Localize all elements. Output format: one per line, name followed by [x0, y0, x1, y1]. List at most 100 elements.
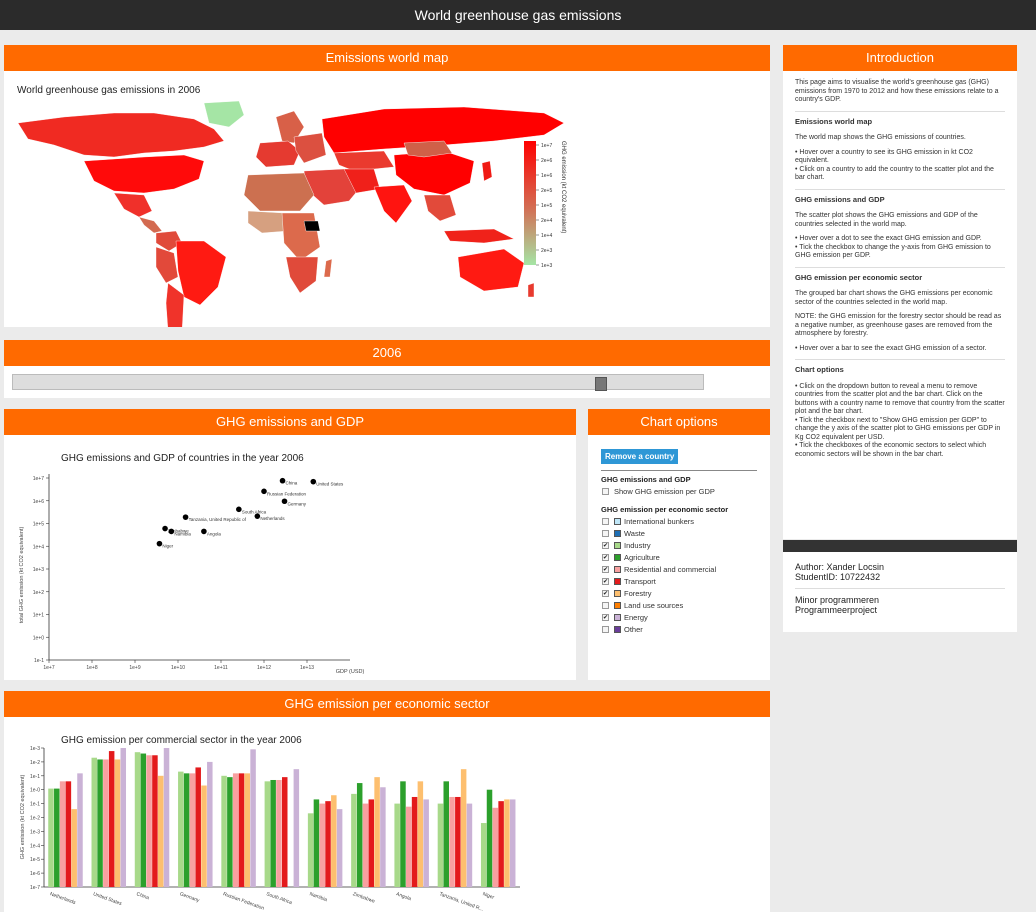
map-country-japan[interactable]: [481, 160, 493, 182]
bar[interactable]: [282, 777, 288, 887]
sector-option-row[interactable]: ✔ Residential and commercial: [602, 564, 716, 574]
map-country-united-states[interactable]: [83, 154, 205, 194]
bar[interactable]: [195, 767, 201, 887]
bar[interactable]: [114, 759, 121, 887]
map-country-australia[interactable]: [457, 248, 525, 292]
sector-option-row[interactable]: ✔ Agriculture: [602, 552, 660, 562]
bar[interactable]: [313, 799, 320, 887]
bar[interactable]: [423, 799, 429, 887]
map-country-new-zealand[interactable]: [527, 282, 535, 298]
bar[interactable]: [351, 793, 357, 887]
bar[interactable]: [374, 777, 380, 887]
bar[interactable]: [163, 748, 170, 887]
year-slider-handle[interactable]: [594, 377, 607, 391]
bar[interactable]: [91, 757, 98, 887]
sector-checkbox[interactable]: [602, 529, 609, 537]
bar[interactable]: [406, 806, 412, 887]
bar[interactable]: [227, 777, 233, 887]
scatter-point[interactable]: [156, 540, 163, 547]
sector-option-row[interactable]: Other: [602, 624, 643, 634]
sector-option-row[interactable]: Waste: [602, 528, 645, 538]
map-country-north-africa[interactable]: [243, 172, 315, 212]
bar[interactable]: [65, 781, 72, 887]
bar[interactable]: [480, 823, 487, 887]
map-country-southern-africa[interactable]: [285, 256, 319, 294]
sector-checkbox[interactable]: [602, 625, 609, 633]
bar[interactable]: [509, 799, 516, 887]
bar[interactable]: [178, 771, 184, 887]
scatter-point[interactable]: [310, 478, 317, 485]
sector-option-row[interactable]: Land use sources: [602, 600, 683, 610]
scatter-point[interactable]: [201, 528, 207, 535]
bar[interactable]: [362, 803, 369, 887]
bar[interactable]: [238, 773, 245, 887]
bar[interactable]: [455, 796, 461, 887]
bar[interactable]: [460, 769, 467, 887]
bar[interactable]: [120, 748, 127, 887]
remove-country-button[interactable]: Remove a country: [601, 449, 679, 464]
scatter-point[interactable]: [182, 514, 189, 520]
map-country-peru[interactable]: [155, 246, 179, 284]
bar[interactable]: [319, 803, 325, 887]
map-country-china[interactable]: [393, 150, 475, 196]
bar[interactable]: [157, 775, 164, 887]
map-country-south-sudan[interactable]: [303, 220, 321, 232]
sector-checkbox[interactable]: ✔: [602, 541, 609, 549]
bar[interactable]: [368, 799, 375, 887]
sector-option-row[interactable]: ✔ Transport: [602, 576, 656, 586]
sector-checkbox[interactable]: ✔: [602, 577, 609, 585]
bar[interactable]: [140, 753, 147, 887]
bar[interactable]: [394, 803, 400, 887]
map-country-central-america[interactable]: [138, 216, 163, 234]
map-country-madagascar[interactable]: [323, 258, 333, 278]
bar[interactable]: [77, 773, 83, 887]
bar[interactable]: [443, 781, 449, 887]
map-country-europe-east[interactable]: [293, 132, 327, 164]
map-country-southeast-asia[interactable]: [423, 194, 457, 222]
bar[interactable]: [207, 761, 213, 887]
sector-checkbox[interactable]: ✔: [602, 565, 609, 573]
sector-checkbox[interactable]: [602, 601, 609, 609]
map-country-canada[interactable]: [17, 112, 225, 158]
bar[interactable]: [134, 752, 141, 887]
scatter-point[interactable]: [279, 477, 286, 484]
sector-checkbox[interactable]: ✔: [602, 553, 609, 561]
map-country-mexico[interactable]: [113, 192, 153, 218]
bar[interactable]: [152, 755, 158, 887]
sector-option-row[interactable]: ✔ Forestry: [602, 588, 652, 598]
map-country-greenland[interactable]: [203, 100, 245, 128]
scatter-point[interactable]: [162, 525, 168, 532]
bar[interactable]: [331, 795, 337, 887]
sector-checkbox[interactable]: ✔: [602, 589, 609, 597]
scatter-point[interactable]: [168, 528, 175, 535]
bar[interactable]: [498, 801, 504, 887]
sector-option-row[interactable]: ✔ Energy: [602, 612, 648, 622]
bar[interactable]: [466, 803, 473, 887]
scatter-point[interactable]: [236, 506, 242, 513]
bar[interactable]: [189, 773, 196, 887]
bar[interactable]: [232, 773, 239, 887]
bar[interactable]: [325, 801, 331, 887]
bar[interactable]: [504, 799, 510, 887]
map-country-central-africa[interactable]: [281, 212, 321, 262]
scatter-point[interactable]: [254, 513, 261, 519]
sector-checkbox[interactable]: [602, 517, 609, 525]
bar[interactable]: [356, 783, 363, 887]
map-country-europe-west[interactable]: [255, 140, 301, 168]
bar[interactable]: [108, 751, 115, 887]
world-map[interactable]: 1e+7 2e+6 1e+6 2e+5 1e+5 2e+4 1e+4 2e+3 1e+3 GHG…: [4, 71, 770, 327]
bar[interactable]: [250, 749, 256, 887]
bar[interactable]: [492, 807, 499, 887]
bar[interactable]: [48, 788, 54, 887]
sector-option-row[interactable]: International bunkers: [602, 516, 694, 526]
bar[interactable]: [449, 796, 455, 887]
bar[interactable]: [54, 788, 60, 887]
bar[interactable]: [103, 759, 109, 887]
bar[interactable]: [201, 785, 207, 887]
bar[interactable]: [71, 809, 77, 887]
map-country-indonesia[interactable]: [443, 228, 515, 244]
bar[interactable]: [244, 773, 251, 887]
bar[interactable]: [411, 796, 418, 887]
gdp-toggle-row[interactable]: Show GHG emission per GDP: [602, 486, 715, 496]
bar[interactable]: [97, 759, 103, 887]
